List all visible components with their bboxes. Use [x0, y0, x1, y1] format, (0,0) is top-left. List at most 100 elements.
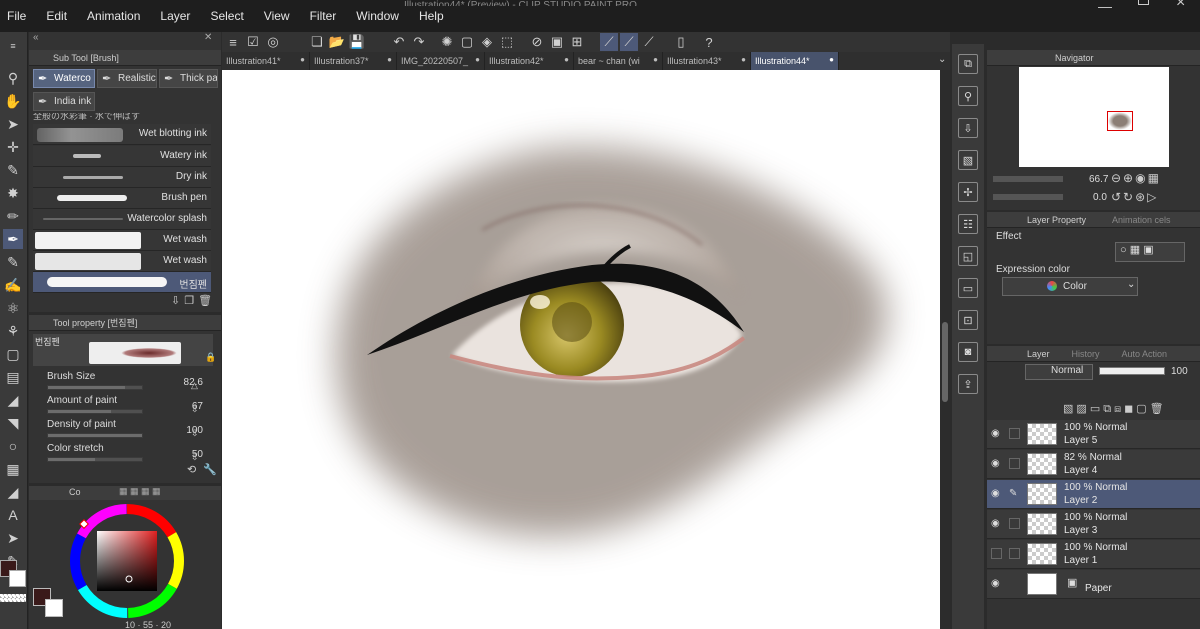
- density-of-paint-track[interactable]: [47, 433, 143, 438]
- minimize-icon[interactable]: —: [1098, 0, 1112, 14]
- blend-tool-icon[interactable]: ▤: [3, 367, 23, 387]
- tab-close-icon[interactable]: ●: [829, 55, 834, 64]
- menu-view[interactable]: View: [264, 9, 290, 23]
- ruler-tool-icon[interactable]: ◢: [3, 482, 23, 502]
- search-icon[interactable]: ⚲: [958, 86, 978, 106]
- eye-icon[interactable]: ◉: [991, 518, 1003, 530]
- layer-row-selected[interactable]: ◉ ✎ 100 % Normal Layer 2: [987, 480, 1200, 509]
- open-icon[interactable]: 📂: [328, 33, 346, 51]
- new-folder-icon[interactable]: ▭: [1090, 403, 1103, 415]
- rotate-controls-icon[interactable]: ↺↻⊛▷: [1111, 190, 1158, 204]
- brush-item[interactable]: Watery ink: [33, 146, 211, 167]
- delete-subtool-icon[interactable]: 🗑: [198, 295, 216, 307]
- navigator-viewport-frame[interactable]: [1107, 111, 1133, 131]
- fill-tool-icon[interactable]: ◢: [3, 390, 23, 410]
- subtool-tab-thick-paint[interactable]: ✒ Thick pa: [159, 69, 218, 88]
- layer-row[interactable]: ◉ 82 % Normal Layer 4: [987, 450, 1200, 479]
- pencil-tool-icon[interactable]: ✎: [3, 252, 23, 272]
- navigator-tab[interactable]: Navigator: [1055, 53, 1094, 63]
- doc-tab[interactable]: Illustration41* ●: [222, 52, 310, 70]
- download-icon[interactable]: ⇩: [958, 118, 978, 138]
- timeline-icon[interactable]: ⊡: [958, 310, 978, 330]
- color-tab-label[interactable]: Co: [69, 487, 81, 497]
- layer-tab[interactable]: Layer: [1027, 349, 1050, 359]
- menu-file[interactable]: File: [7, 9, 26, 23]
- catalog-icon[interactable]: ☷: [958, 214, 978, 234]
- color-stretch-slider[interactable]: Color stretch 50: [45, 442, 205, 466]
- new-icon[interactable]: ☑: [244, 33, 262, 51]
- stepper-down-icon[interactable]: ⇩: [191, 397, 205, 421]
- balloon-tool-icon[interactable]: ➤: [3, 528, 23, 548]
- doc-tab[interactable]: IMG_20220507_ ●: [397, 52, 485, 70]
- blend-mode-select[interactable]: Normal: [1025, 364, 1093, 380]
- decoration-tool-icon[interactable]: ⚘: [3, 321, 23, 341]
- selection-off-icon[interactable]: ⊘: [528, 33, 546, 51]
- mask-icon[interactable]: ◼: [1124, 403, 1136, 415]
- clip-studio-icon[interactable]: ◎: [264, 33, 282, 51]
- invert-selection-icon[interactable]: ▣: [548, 33, 566, 51]
- duplicate-subtool-icon[interactable]: ❐: [184, 295, 198, 307]
- tab-close-icon[interactable]: ●: [475, 55, 480, 64]
- navigator-rotate-slider[interactable]: [993, 194, 1063, 200]
- save-icon[interactable]: 💾: [348, 33, 366, 51]
- layer-checkbox[interactable]: [1009, 548, 1020, 559]
- tab-close-icon[interactable]: ●: [300, 55, 305, 64]
- opacity-slider[interactable]: [1099, 367, 1165, 375]
- menu-filter[interactable]: Filter: [310, 9, 337, 23]
- panel-collapse-icon[interactable]: «: [33, 32, 39, 43]
- reset-icon[interactable]: ⟲: [187, 463, 196, 476]
- eye-icon[interactable]: ◉: [991, 428, 1003, 440]
- color-wheel[interactable]: [67, 501, 187, 621]
- auto-action-tab[interactable]: Auto Action: [1122, 349, 1168, 359]
- auto-select-tool-icon[interactable]: ✸: [3, 183, 23, 203]
- canvas-scrollbar[interactable]: [940, 70, 950, 629]
- airbrush-tool-icon[interactable]: ⚛: [3, 298, 23, 318]
- subtool-tab-india-ink[interactable]: ✒ India ink: [33, 92, 95, 111]
- eyedropper-tool-icon[interactable]: ✏: [3, 206, 23, 226]
- navigator-preview[interactable]: [1019, 67, 1169, 167]
- brush-item[interactable]: Wet wash: [33, 251, 211, 272]
- layer-property-tab[interactable]: Layer Property: [1027, 215, 1086, 225]
- color-stretch-track[interactable]: [47, 457, 143, 462]
- color-set-tab-icon[interactable]: ▦ ▦ ▦ ▦: [119, 486, 161, 497]
- expression-color-select[interactable]: Color ⌄: [1002, 277, 1138, 296]
- visibility-checkbox[interactable]: [991, 548, 1002, 559]
- snap-special-ruler-icon[interactable]: ⟋: [620, 33, 638, 51]
- wrench-icon[interactable]: 🔧: [203, 463, 217, 476]
- menu-edit[interactable]: Edit: [46, 9, 67, 23]
- transform-icon[interactable]: ⬚: [498, 33, 516, 51]
- fill-icon[interactable]: ◈: [478, 33, 496, 51]
- sub-color-swatch[interactable]: [9, 570, 26, 587]
- layer-color-icon[interactable]: ▣: [1143, 244, 1153, 256]
- tab-close-icon[interactable]: ●: [564, 55, 569, 64]
- brush-item[interactable]: Wet blotting ink: [33, 124, 211, 145]
- maximize-icon[interactable]: [1138, 0, 1149, 5]
- new-file-icon[interactable]: ❏: [308, 33, 326, 51]
- redo-icon[interactable]: ↷: [410, 33, 428, 51]
- tabs-overflow-icon[interactable]: ⌄: [938, 54, 946, 65]
- scrollbar-thumb[interactable]: [942, 322, 948, 402]
- animation-cels-tab[interactable]: Animation cels: [1112, 215, 1171, 225]
- menu-animation[interactable]: Animation: [87, 9, 140, 23]
- close-icon[interactable]: ×: [1176, 0, 1185, 12]
- pen-tool-icon[interactable]: ✒: [3, 229, 23, 249]
- text-tool-icon[interactable]: A: [3, 505, 23, 525]
- brush-size-slider[interactable]: Brush Size 82.6: [45, 370, 205, 394]
- menu-help[interactable]: Help: [419, 9, 444, 23]
- eye-icon[interactable]: ◉: [991, 458, 1003, 470]
- menu-select[interactable]: Select: [210, 9, 243, 23]
- new-raster-layer-icon[interactable]: ▧: [1063, 403, 1076, 415]
- brush-item-selected[interactable]: 번짐펜: [33, 272, 211, 293]
- new-vector-layer-icon[interactable]: ▨: [1076, 403, 1089, 415]
- snap-grid-icon[interactable]: ⟋: [640, 33, 658, 51]
- photo-icon[interactable]: ◙: [958, 342, 978, 362]
- amount-of-paint-track[interactable]: [47, 409, 143, 414]
- doc-tab[interactable]: Illustration43* ●: [663, 52, 751, 70]
- border-effect-icon[interactable]: ○: [1120, 244, 1127, 256]
- stepper-up-icon[interactable]: △: [191, 373, 205, 397]
- sub-color-indicator[interactable]: [45, 599, 63, 617]
- tab-close-icon[interactable]: ●: [387, 55, 392, 64]
- doc-tab[interactable]: bear ~ chan (wi ●: [574, 52, 663, 70]
- undo-icon[interactable]: ↶: [390, 33, 408, 51]
- clear-icon[interactable]: ▢: [458, 33, 476, 51]
